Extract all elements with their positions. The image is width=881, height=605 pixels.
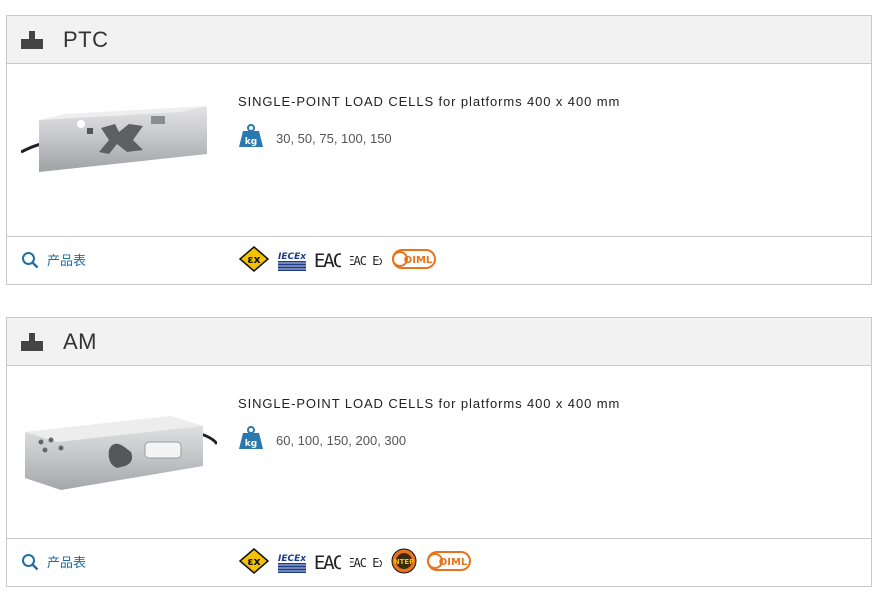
kg-weight-icon: kg: [238, 124, 264, 152]
svg-text:IECEx: IECEx: [278, 252, 306, 262]
svg-text:EAC Ex: EAC Ex: [350, 556, 382, 570]
capacity-values: 30, 50, 75, 100, 150: [276, 130, 392, 146]
svg-text:NTEP: NTEP: [394, 558, 415, 566]
svg-text:EAC: EAC: [315, 552, 341, 573]
product-card-ptc: PTC SINGLE-POINT LOAD CELLS for platform…: [6, 15, 872, 285]
svg-text:OIML: OIML: [404, 255, 433, 266]
atex-ex-icon: εx: [239, 246, 269, 272]
search-icon: [22, 553, 39, 570]
eac-ex-icon: EAC Ex: [350, 549, 382, 573]
atex-ex-icon: εx: [239, 548, 269, 574]
capacity-unit: kg: [245, 439, 257, 449]
svg-text:IECEx: IECEx: [278, 554, 306, 564]
search-icon: [22, 251, 39, 268]
eac-icon: EAC: [315, 549, 341, 573]
product-header[interactable]: PTC: [7, 16, 871, 64]
load-cell-icon: [21, 29, 43, 51]
product-description: SINGLE-POINT LOAD CELLS for platforms 40…: [238, 396, 621, 411]
svg-text:EAC Ex: EAC Ex: [350, 254, 382, 268]
capacity-row: kg 30, 50, 75, 100, 150: [238, 124, 392, 152]
certifications: εx IECEx EAC EAC Ex NTEP OIML: [239, 548, 481, 574]
capacity-values: 60, 100, 150, 200, 300: [276, 432, 407, 448]
capacity-unit: kg: [245, 137, 257, 147]
product-footer: 产品表 εx IECEx EAC EAC Ex NTEP OIML: [7, 539, 871, 586]
product-description: SINGLE-POINT LOAD CELLS for platforms 40…: [238, 94, 621, 109]
product-card-am: AM SINGLE-POINT LOAD CELLS for platforms…: [6, 317, 872, 587]
eac-ex-icon: EAC Ex: [350, 247, 382, 271]
product-body: SINGLE-POINT LOAD CELLS for platforms 40…: [7, 366, 871, 539]
datasheet-link[interactable]: 产品表: [21, 552, 86, 571]
capacity-row: kg 60, 100, 150, 200, 300: [238, 426, 406, 454]
certifications: εx IECEx EAC EAC Ex OIML: [239, 246, 446, 272]
datasheet-link[interactable]: 产品表: [21, 250, 86, 269]
eac-icon: EAC: [315, 247, 341, 271]
oiml-icon: OIML: [391, 246, 437, 272]
ntep-icon: NTEP: [391, 548, 417, 574]
svg-text:εx: εx: [247, 253, 260, 266]
load-cell-icon: [21, 331, 43, 353]
kg-weight-icon: kg: [238, 426, 264, 454]
product-image[interactable]: [21, 386, 219, 516]
svg-text:EAC: EAC: [315, 250, 341, 271]
svg-text:εx: εx: [247, 555, 260, 568]
product-title: PTC: [63, 26, 109, 52]
product-body: SINGLE-POINT LOAD CELLS for platforms 40…: [7, 64, 871, 237]
product-image[interactable]: [20, 84, 217, 214]
oiml-icon: OIML: [426, 548, 472, 574]
product-header[interactable]: AM: [7, 318, 871, 366]
datasheet-label: 产品表: [47, 254, 87, 269]
datasheet-label: 产品表: [47, 556, 87, 571]
iecex-icon: IECEx: [278, 549, 306, 573]
iecex-icon: IECEx: [278, 247, 306, 271]
product-title: AM: [63, 328, 97, 354]
svg-text:OIML: OIML: [439, 557, 468, 568]
product-footer: 产品表 εx IECEx EAC EAC Ex OIML: [7, 237, 871, 284]
